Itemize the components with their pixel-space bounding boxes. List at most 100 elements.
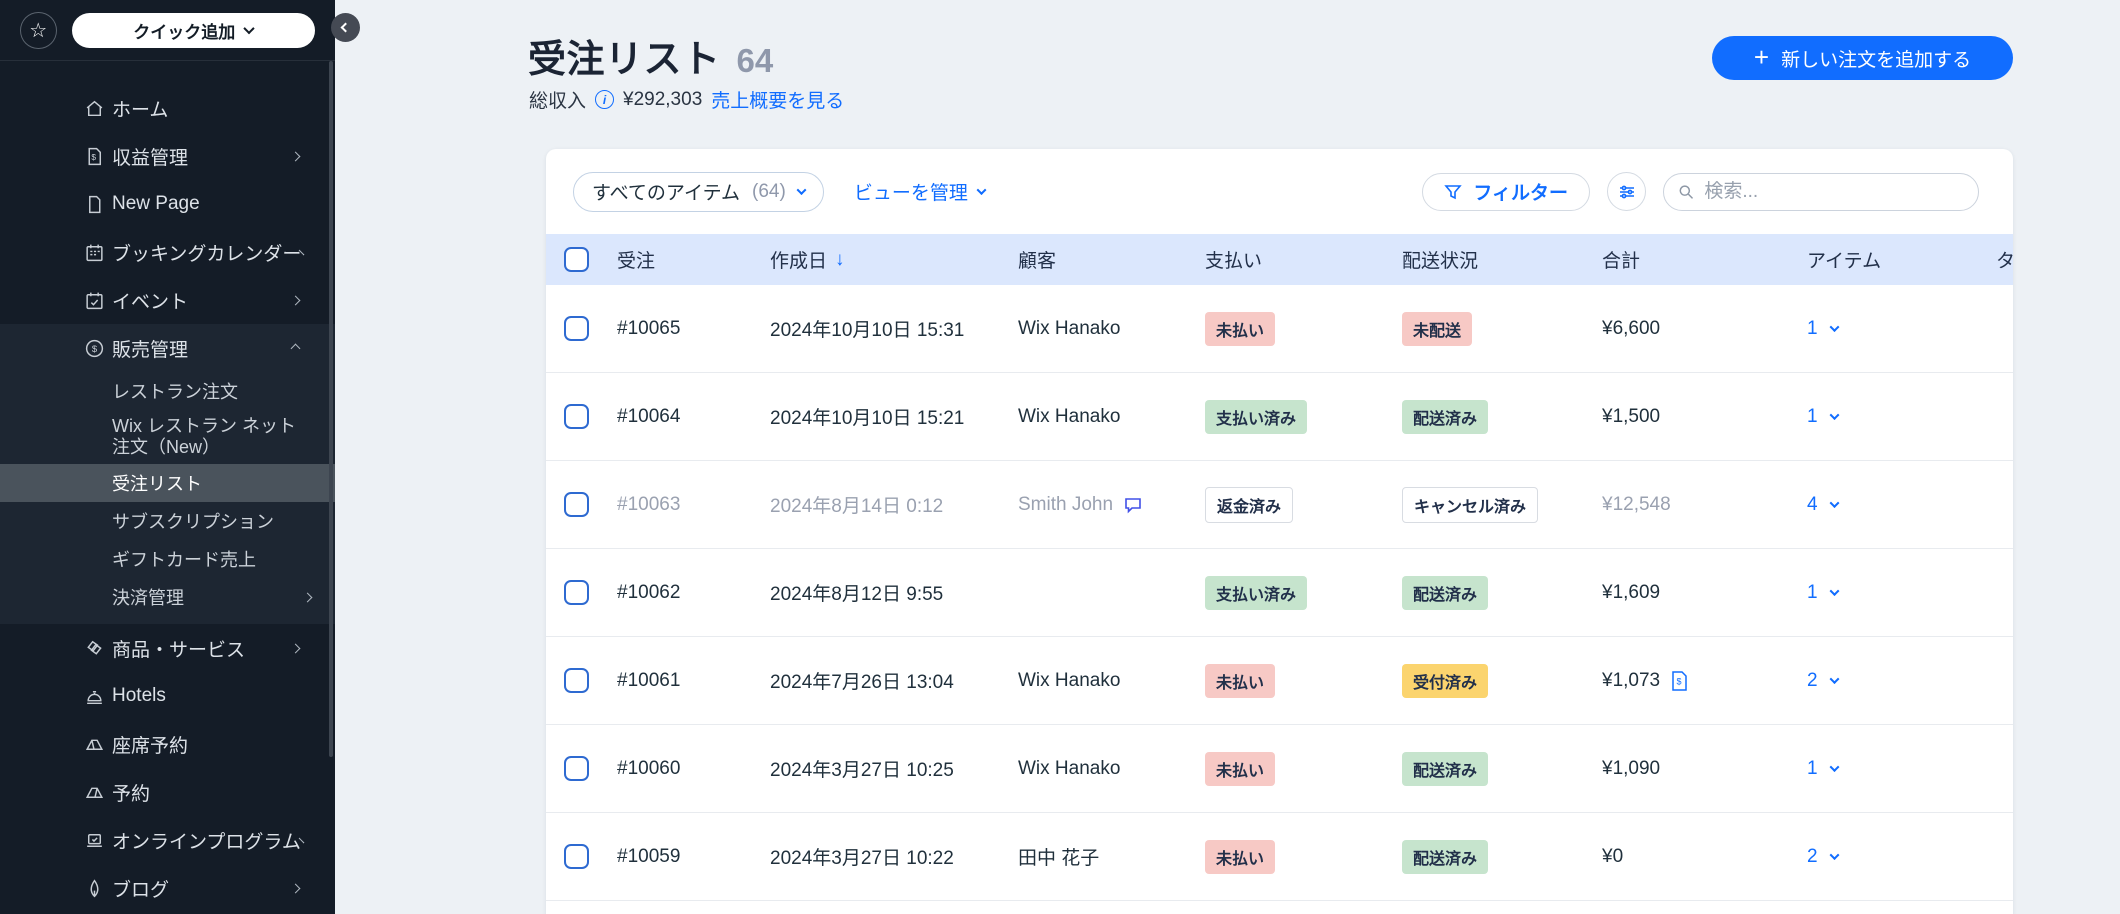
sidebar-subitem-payments[interactable]: 決済管理	[0, 578, 335, 616]
filter-button[interactable]: フィルター	[1422, 172, 1590, 211]
fulfillment-status-badge: 未配送	[1402, 311, 1473, 346]
order-row[interactable]: #10065 2024年10月10日 15:31 Wix Hanako 未払い …	[546, 285, 2013, 373]
items-dropdown[interactable]: 2	[1807, 670, 1996, 692]
manage-views-label: ビューを管理	[853, 183, 968, 204]
sidebar-item-label: 販売管理	[112, 339, 189, 361]
sidebar-item-events[interactable]: イベント	[0, 276, 335, 324]
order-date: 2024年3月27日 10:22	[770, 848, 954, 869]
view-filter-dropdown[interactable]: すべてのアイテム (64)	[573, 171, 824, 212]
sales-overview-link[interactable]: 売上概要を見る	[711, 86, 844, 113]
sidebar-item-online-programs[interactable]: オンラインプログラム	[0, 816, 335, 864]
order-date: 2024年8月12日 9:55	[770, 584, 944, 605]
info-icon[interactable]: i	[595, 90, 615, 109]
sidebar-subitem-restaurant-orders[interactable]: レストラン注文	[0, 372, 335, 410]
sidebar-item-seating[interactable]: 座席予約	[0, 720, 335, 768]
column-header-fulfillment[interactable]: 配送状況	[1402, 246, 1602, 273]
chevron-down-icon	[1829, 410, 1840, 421]
payment-status-badge: 未払い	[1205, 839, 1276, 874]
order-total: ¥0	[1602, 845, 1624, 867]
column-header-created[interactable]: 作成日 ↓	[770, 246, 1018, 273]
fulfillment-status-badge: 配送済み	[1402, 399, 1489, 434]
sidebar-item-hotels[interactable]: Hotels	[0, 672, 335, 720]
sidebar-subitem-wix-restaurant-online[interactable]: Wix レストラン ネット注文（New）	[0, 410, 335, 464]
revenue-label: 総収入	[529, 91, 587, 112]
column-header-total[interactable]: 合計	[1602, 246, 1807, 273]
order-row[interactable]: #10063 2024年8月14日 0:12 Smith John 返金済み キ…	[546, 461, 2013, 549]
order-total: ¥6,600	[1602, 317, 1661, 339]
items-dropdown[interactable]: 1	[1807, 406, 1996, 428]
order-row[interactable]: #10061 2024年7月26日 13:04 Wix Hanako 未払い 受…	[546, 637, 2013, 725]
sidebar-item-booking-calendar[interactable]: ブッキングカレンダー	[0, 228, 335, 276]
sidebar-item-home[interactable]: ホーム	[0, 84, 335, 132]
items-dropdown[interactable]: 1	[1807, 758, 1996, 780]
row-checkbox[interactable]	[564, 316, 589, 341]
order-id: #10064	[617, 405, 681, 427]
select-all-checkbox[interactable]	[564, 247, 589, 272]
order-date: 2024年7月26日 13:04	[770, 672, 954, 693]
column-header-items[interactable]: アイテム	[1807, 246, 1996, 273]
order-row[interactable]: #10059 2024年3月27日 10:22 田中 花子 未払い 配送済み ¥…	[546, 813, 2013, 901]
items-dropdown[interactable]: 1	[1807, 582, 1996, 604]
chevron-down-icon	[1829, 498, 1840, 509]
subitem-label: サブスクリプション	[112, 512, 274, 532]
search-input[interactable]	[1704, 180, 1964, 203]
sidebar-item-label: 商品・サービス	[112, 639, 246, 661]
page-title: 受注リスト	[528, 39, 721, 81]
row-checkbox[interactable]	[564, 668, 589, 693]
chevron-right-icon	[290, 883, 301, 893]
order-customer: Smith John	[1018, 493, 1114, 515]
sidebar-subitem-subscriptions[interactable]: サブスクリプション	[0, 502, 335, 540]
sidebar-item-blog[interactable]: ブログ	[0, 864, 335, 912]
sidebar-item-bookings[interactable]: 予約	[0, 768, 335, 816]
column-header-tags[interactable]: タグ	[1996, 246, 2013, 273]
sidebar-item-label: ブログ	[112, 879, 170, 901]
sidebar-item-sales[interactable]: $ 販売管理	[0, 324, 335, 372]
revenue-summary: 総収入 i ¥292,303 売上概要を見る	[529, 86, 844, 113]
column-header-order[interactable]: 受注	[617, 246, 770, 273]
quick-add-label: クイック追加	[133, 22, 236, 42]
quick-add-button[interactable]: クイック追加	[71, 12, 315, 48]
home-icon	[84, 98, 105, 119]
payment-status-badge: 未払い	[1205, 663, 1276, 698]
search-icon	[1679, 184, 1694, 199]
invoice-button[interactable]: $	[1670, 670, 1689, 692]
column-header-customer[interactable]: 顧客	[1018, 246, 1205, 273]
sidebar-item-revenue[interactable]: $ 収益管理	[0, 132, 335, 180]
chevron-down-icon	[243, 22, 255, 35]
laptop-icon	[84, 830, 105, 851]
chat-message-button[interactable]	[1123, 495, 1143, 515]
sidebar-subitem-order-list[interactable]: 受注リスト	[0, 464, 335, 502]
order-row[interactable]: #10064 2024年10月10日 15:21 Wix Hanako 支払い済…	[546, 373, 2013, 461]
sidebar-sales-section: $ 販売管理 レストラン注文 Wix レストラン ネット注文（New） 受注リス…	[0, 324, 335, 624]
row-checkbox[interactable]	[564, 492, 589, 517]
subitem-label: Wix レストラン ネット注文（New）	[112, 416, 296, 457]
order-row[interactable]: #10060 2024年3月27日 10:25 Wix Hanako 未払い 配…	[546, 725, 2013, 813]
items-dropdown[interactable]: 4	[1807, 494, 1996, 516]
chevron-left-icon	[340, 22, 351, 33]
sidebar-item-new-page[interactable]: New Page	[0, 180, 335, 228]
items-count: 1	[1807, 317, 1818, 339]
chevron-down-icon	[1829, 850, 1840, 861]
row-checkbox[interactable]	[564, 580, 589, 605]
items-dropdown[interactable]: 2	[1807, 846, 1996, 868]
row-checkbox[interactable]	[564, 404, 589, 429]
favorites-star-button[interactable]: ☆	[20, 11, 57, 49]
row-checkbox[interactable]	[564, 756, 589, 781]
column-header-payment[interactable]: 支払い	[1205, 246, 1402, 273]
order-row[interactable]: #10062 2024年8月12日 9:55 支払い済み 配送済み ¥1,609…	[546, 549, 2013, 637]
add-order-label: 新しい注文を追加する	[1781, 49, 1972, 71]
order-id: #10060	[617, 757, 681, 779]
chevron-right-icon	[302, 592, 313, 602]
items-dropdown[interactable]: 1	[1807, 318, 1996, 340]
column-settings-button[interactable]	[1607, 172, 1646, 211]
page-icon	[84, 194, 105, 215]
sidebar-subitem-gift-cards[interactable]: ギフトカード売上	[0, 540, 335, 578]
row-checkbox[interactable]	[564, 844, 589, 869]
calendar-check-icon	[84, 290, 105, 311]
add-order-button[interactable]: + 新しい注文を追加する	[1712, 36, 2013, 80]
sidebar-collapse-button[interactable]	[331, 13, 360, 42]
invoice-icon: $	[1672, 670, 1687, 691]
manage-views-dropdown[interactable]: ビューを管理	[853, 178, 987, 205]
sidebar-item-products-services[interactable]: 商品・サービス	[0, 624, 335, 672]
order-total: ¥1,090	[1602, 757, 1661, 779]
